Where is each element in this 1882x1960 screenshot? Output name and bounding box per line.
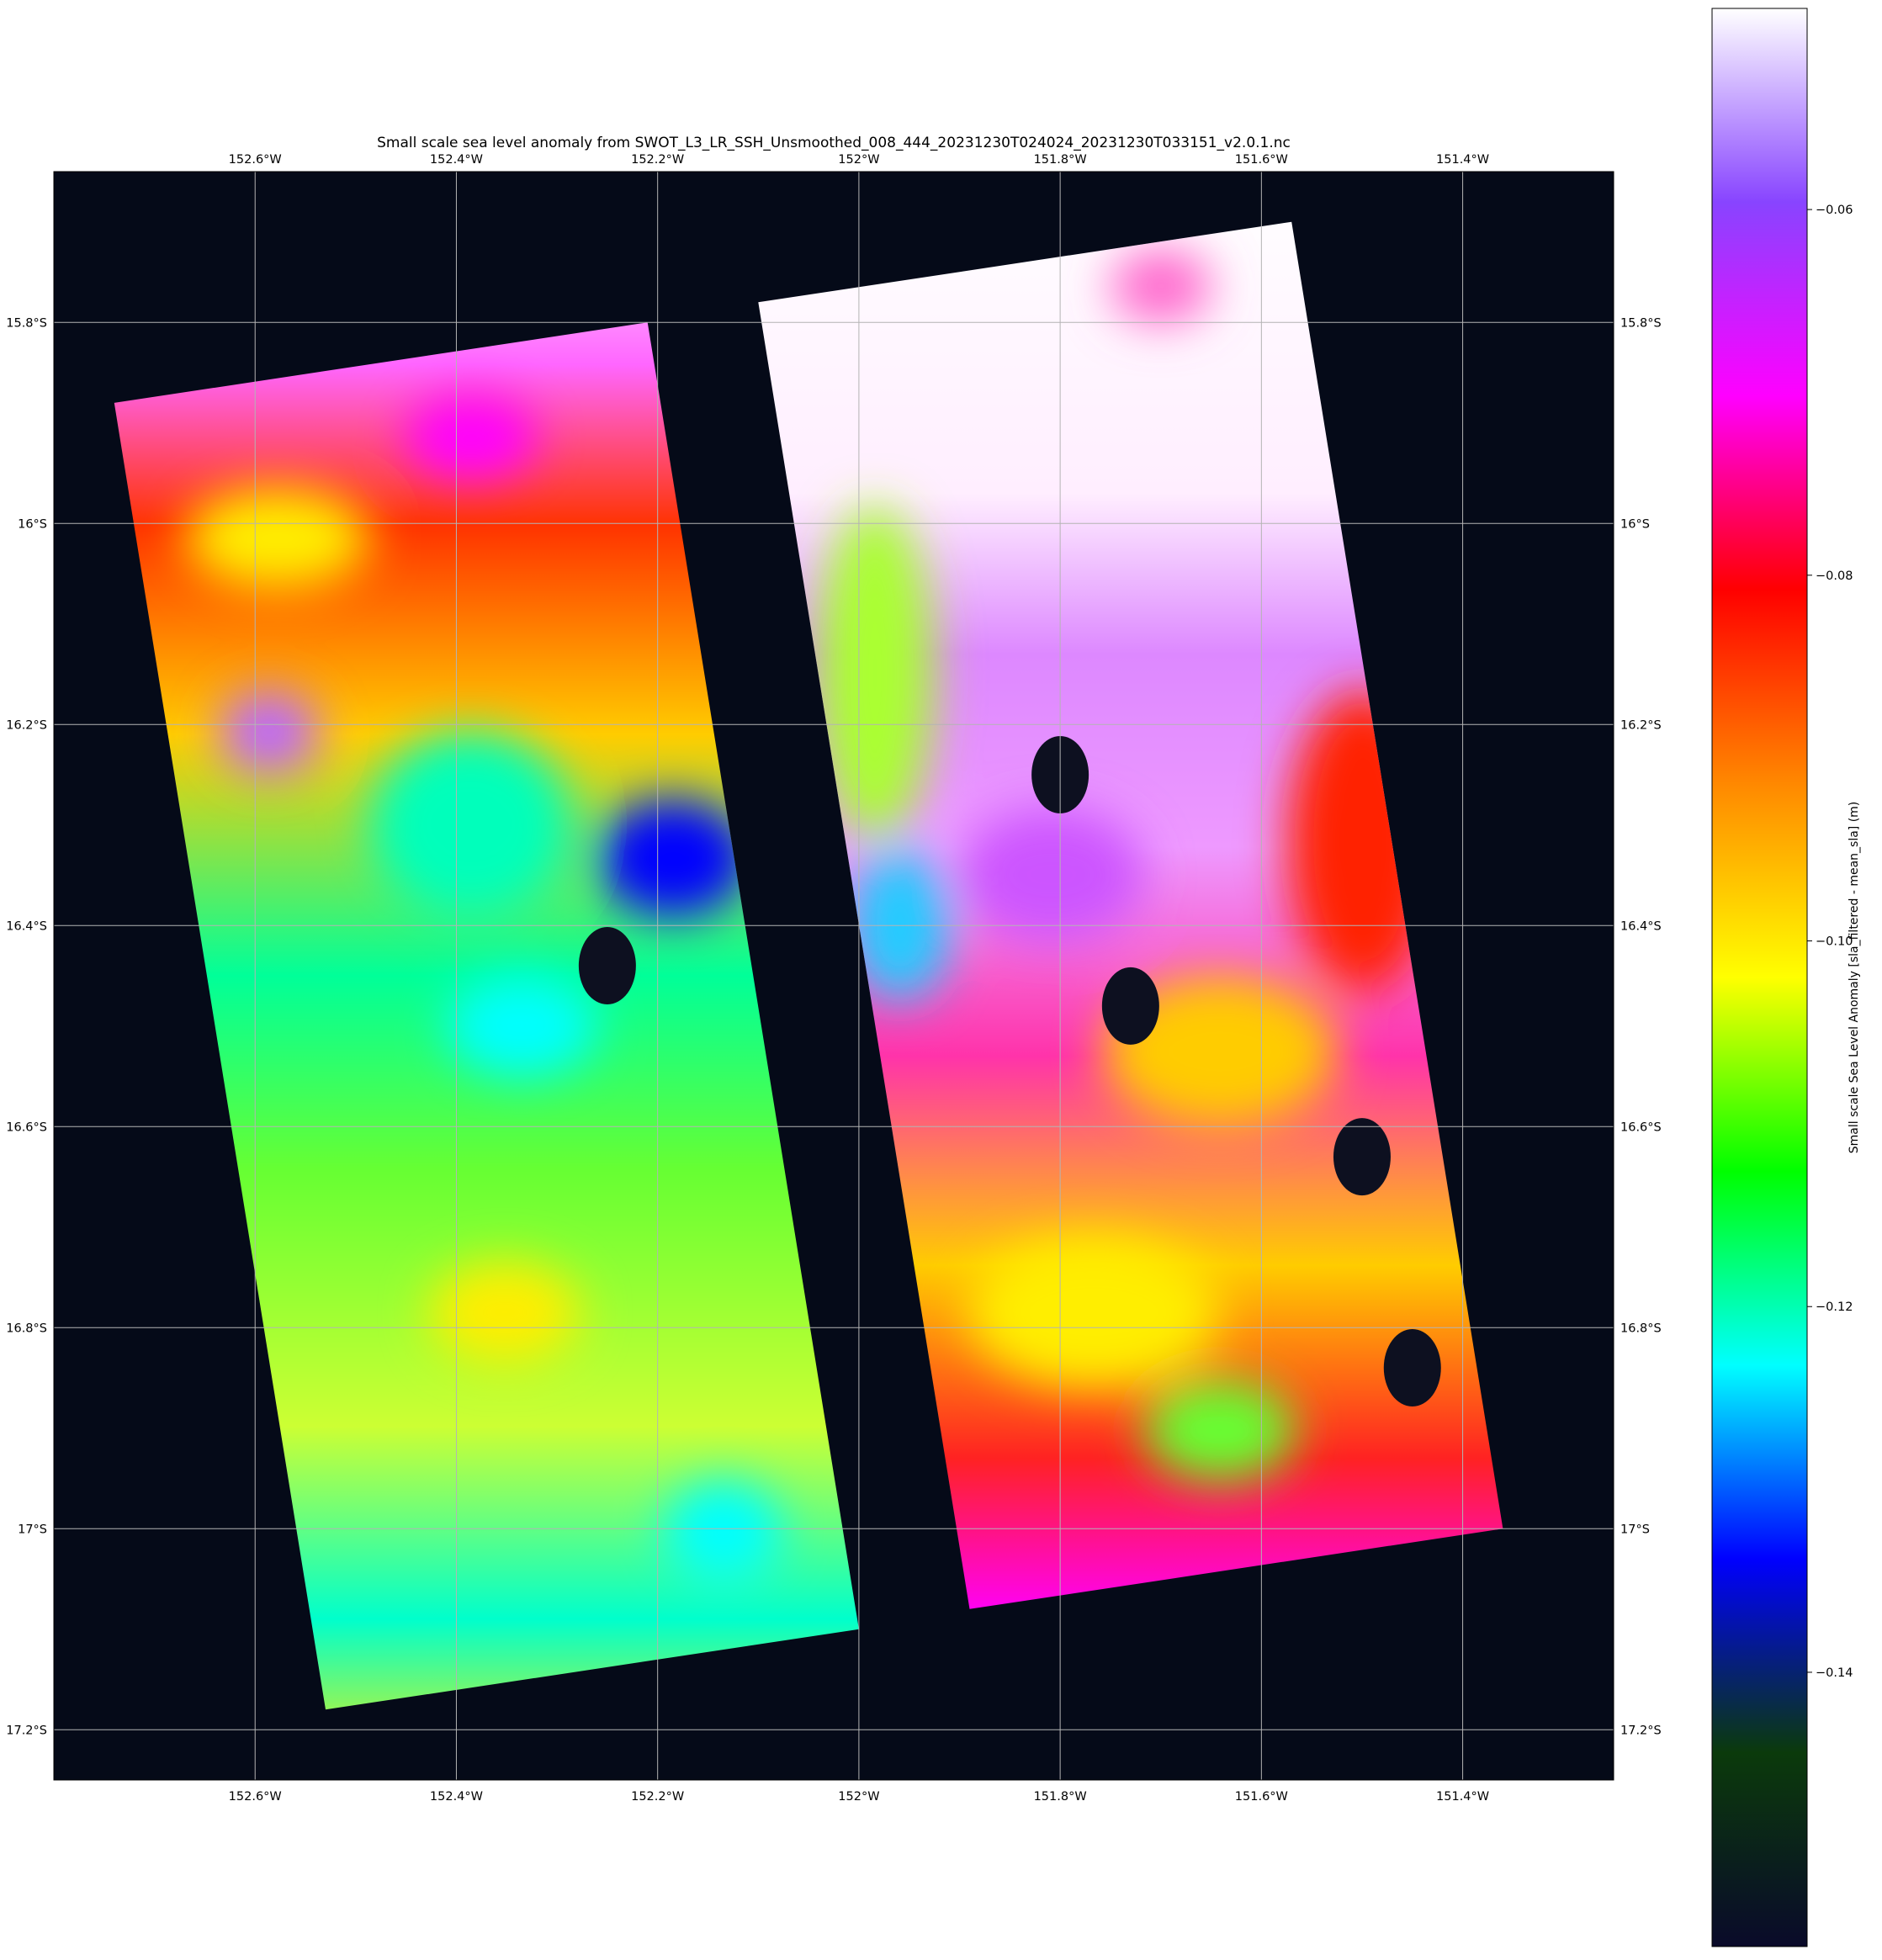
lon-tick-label: 151.6°W bbox=[1235, 153, 1288, 167]
lat-tick-label: 17°S bbox=[1620, 1523, 1650, 1536]
island-mask bbox=[1101, 967, 1159, 1045]
lon-tick-label: 151.4°W bbox=[1436, 153, 1489, 167]
lat-tick-label: 17°S bbox=[18, 1523, 47, 1536]
lat-tick-label: 17.2°S bbox=[6, 1724, 47, 1737]
lon-tick-label: 152°W bbox=[838, 1790, 879, 1804]
lon-tick-label: 151.8°W bbox=[1034, 1790, 1087, 1804]
lon-tick-label: 152.2°W bbox=[631, 1790, 684, 1804]
colorbar-ticks: −0.06−0.08−0.10−0.12−0.14 bbox=[1807, 204, 1853, 1680]
lat-tick-label: 15.8°S bbox=[6, 316, 47, 330]
lon-tick-label: 151.6°W bbox=[1235, 1790, 1288, 1804]
sea-level-anomaly-figure: Small scale sea level anomaly from SWOT_… bbox=[6, 8, 1861, 1947]
lon-tick-label: 152.6°W bbox=[229, 1790, 282, 1804]
map-area bbox=[54, 172, 1614, 1780]
lon-tick-label: 152.4°W bbox=[430, 1790, 483, 1804]
island-mask bbox=[1333, 1118, 1391, 1196]
lat-tick-label: 16.8°S bbox=[1620, 1322, 1662, 1335]
lon-tick-label: 151.4°W bbox=[1436, 1790, 1489, 1804]
island-mask bbox=[578, 927, 636, 1005]
lon-tick-label: 152.4°W bbox=[430, 153, 483, 167]
lat-tick-label: 16.2°S bbox=[1620, 718, 1662, 732]
island-mask bbox=[1383, 1329, 1441, 1407]
lat-tick-label: 16°S bbox=[18, 517, 47, 531]
lon-tick-label: 152.6°W bbox=[229, 153, 282, 167]
lon-tick-label: 151.8°W bbox=[1034, 153, 1087, 167]
colorbar-label: Small scale Sea Level Anomaly [sla_filte… bbox=[1848, 802, 1861, 1154]
colorbar-tick-label: −0.06 bbox=[1816, 204, 1853, 217]
lat-tick-labels-right: 15.8°S 16°S 16.2°S 16.4°S 16.6°S 16.8°S 17°S 17… bbox=[1620, 316, 1662, 1737]
lon-tick-label: 152.2°W bbox=[631, 153, 684, 167]
colorbar-tick-label: −0.12 bbox=[1816, 1300, 1853, 1314]
lat-tick-label: 16.8°S bbox=[6, 1322, 47, 1335]
lat-tick-label: 15.8°S bbox=[1620, 316, 1662, 330]
lat-tick-label: 16.4°S bbox=[6, 919, 47, 933]
lat-tick-label: 16.6°S bbox=[6, 1120, 47, 1134]
colorbar: −0.06−0.08−0.10−0.12−0.14 Small scale Se… bbox=[1711, 8, 1861, 1947]
lat-tick-label: 16.2°S bbox=[6, 718, 47, 732]
lon-tick-label: 152°W bbox=[838, 153, 879, 167]
lat-tick-label: 16.6°S bbox=[1620, 1120, 1662, 1134]
lat-tick-labels-left: 15.8°S 16°S 16.2°S 16.4°S 16.6°S 16.8°S 17°S 17… bbox=[6, 316, 47, 1737]
colorbar-tick-label: −0.08 bbox=[1816, 569, 1853, 583]
colorbar-gradient bbox=[1711, 8, 1808, 1947]
map-title: Small scale sea level anomaly from SWOT_… bbox=[377, 135, 1291, 151]
colorbar-tick-label: −0.14 bbox=[1816, 1666, 1853, 1680]
lon-tick-labels-top: 152.6°W 152.4°W 152.2°W 152°W 151.8°W 151.6°W… bbox=[229, 153, 1489, 167]
lat-tick-label: 17.2°S bbox=[1620, 1724, 1662, 1737]
lat-tick-label: 16.4°S bbox=[1620, 919, 1662, 933]
lat-tick-label: 16°S bbox=[1620, 517, 1650, 531]
lon-tick-labels-bottom: 152.6°W 152.4°W 152.2°W 152°W 151.8°W 151.6°W… bbox=[229, 1790, 1489, 1804]
